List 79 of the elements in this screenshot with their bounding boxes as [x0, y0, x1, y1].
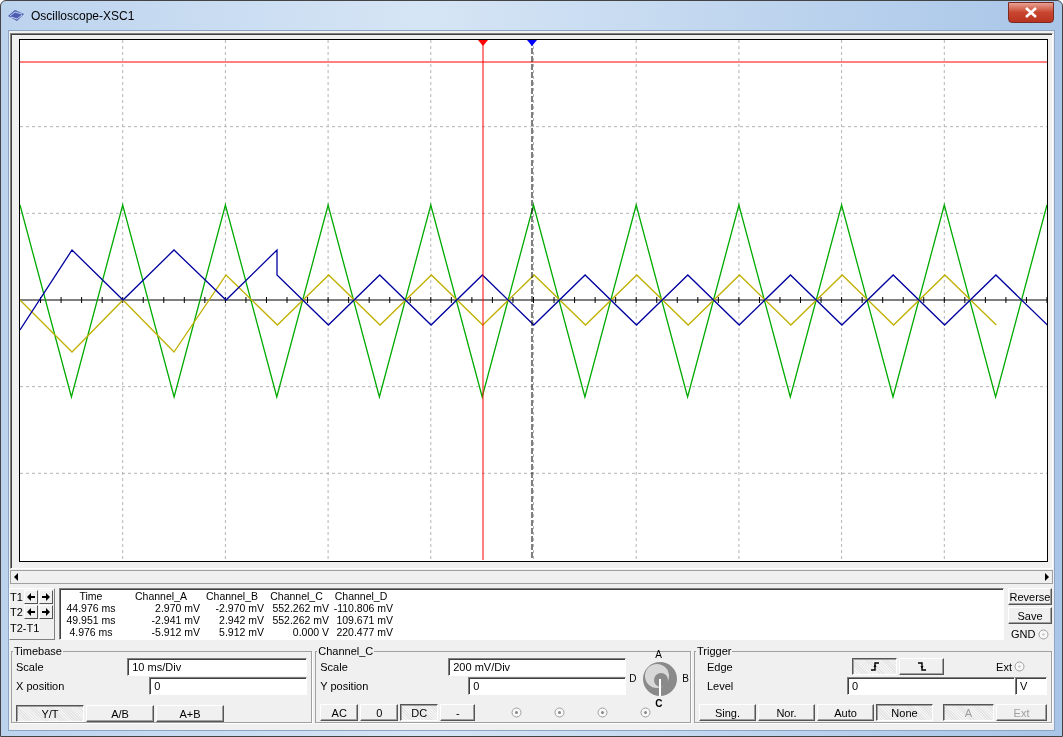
right-arrow-icon[interactable] — [39, 604, 53, 619]
cursor-line[interactable] — [527, 40, 537, 561]
column-header: Time — [78, 590, 104, 602]
button[interactable]: A+B — [156, 705, 224, 722]
channel-label[interactable]: B — [682, 673, 689, 684]
table-cell: 5.912 mV — [200, 626, 264, 638]
panel-title: Timebase — [13, 645, 63, 657]
button[interactable]: None — [876, 704, 933, 721]
table-cell: 0.000 V — [264, 626, 329, 638]
table-cell: 552.262 mV — [264, 602, 329, 614]
table-cell-text: -2.941 mV — [150, 614, 200, 626]
rising-edge-icon[interactable] — [868, 661, 881, 672]
right-arrow-icon[interactable] — [39, 589, 53, 604]
radio-icon[interactable] — [554, 707, 566, 718]
radio-icon[interactable] — [640, 707, 652, 718]
table-cell-text: 4.976 ms — [68, 626, 114, 638]
field-label: Edge — [707, 660, 733, 673]
radio-button[interactable] — [1014, 661, 1025, 672]
table-cell-text: 2.970 mV — [154, 602, 200, 614]
field-label: Scale — [16, 660, 44, 673]
left-arrow-icon[interactable] — [24, 604, 38, 619]
channel-label[interactable]: A — [655, 649, 662, 660]
field-label: X position — [16, 679, 65, 692]
column-header: Channel_C — [269, 590, 324, 602]
button[interactable]: Y/T — [16, 705, 84, 722]
cursor-line[interactable] — [478, 40, 488, 561]
button[interactable]: AC — [320, 704, 359, 721]
field-label: Y position — [320, 679, 369, 692]
table-cell: -2.970 mV — [200, 602, 264, 614]
left-arrow-icon[interactable] — [24, 589, 38, 604]
button[interactable]: 0 — [360, 704, 399, 721]
table-cell-text: -5.912 mV — [150, 626, 200, 638]
channel-label[interactable]: D — [629, 673, 637, 684]
column-header: Channel_D — [333, 590, 389, 602]
table-cell: -110.806 mV — [329, 602, 393, 614]
column-header: Channel_B — [205, 590, 259, 602]
radio-label: Ext — [996, 660, 1012, 673]
radio-icon[interactable] — [597, 707, 609, 718]
input-field[interactable]: 0 — [847, 676, 1015, 695]
column-header: Channel_A — [134, 590, 188, 602]
edge-button[interactable] — [852, 658, 898, 675]
window-title: Oscilloscope-XSC1 — [31, 8, 135, 23]
channel-label[interactable]: C — [655, 698, 663, 709]
scrollbar[interactable] — [10, 570, 1053, 584]
radio-icon[interactable] — [511, 707, 523, 718]
button[interactable]: Sing. — [699, 704, 756, 721]
input-field[interactable]: 10 ms/Div — [127, 657, 308, 676]
table-cell: 2.942 mV — [200, 614, 264, 626]
table-cell: 109.671 mV — [329, 614, 393, 626]
table-cell: 220.477 mV — [329, 626, 393, 638]
button[interactable]: Auto — [817, 704, 874, 721]
scroll-right-icon[interactable] — [1042, 572, 1052, 582]
input-field[interactable]: 0 — [468, 676, 627, 695]
close-icon[interactable] — [1024, 7, 1038, 18]
input-field[interactable]: 0 — [149, 676, 308, 695]
app-icon — [7, 8, 25, 23]
button[interactable]: - — [440, 704, 476, 721]
cursor-label: T2-T1 — [10, 622, 41, 634]
close-button[interactable] — [1008, 2, 1054, 23]
radio-button[interactable] — [1038, 628, 1050, 640]
falling-edge-icon[interactable] — [915, 661, 928, 672]
panel-title: Channel_C — [317, 645, 375, 657]
button[interactable]: Reverse — [1008, 588, 1052, 605]
button[interactable]: Nor. — [758, 704, 815, 721]
cursor-label: T1 — [10, 590, 24, 603]
field-label: Level — [707, 679, 734, 692]
table-cell-text: 49.951 ms — [65, 614, 117, 626]
input-field[interactable]: 200 mV/Div — [448, 657, 627, 676]
panel-title: Trigger — [696, 645, 733, 657]
button[interactable]: Save — [1008, 607, 1052, 624]
radio-label: GND — [1011, 628, 1036, 640]
table-cell-text: 44.976 ms — [65, 602, 117, 614]
field-label: Scale — [320, 660, 348, 673]
unit-field[interactable]: V — [1015, 676, 1047, 695]
button[interactable]: DC — [400, 704, 439, 721]
selector-knob[interactable] — [642, 661, 679, 697]
table-cell: 552.262 mV — [264, 614, 329, 626]
button[interactable]: A/B — [86, 705, 154, 722]
cursor-label: T2 — [10, 605, 24, 618]
